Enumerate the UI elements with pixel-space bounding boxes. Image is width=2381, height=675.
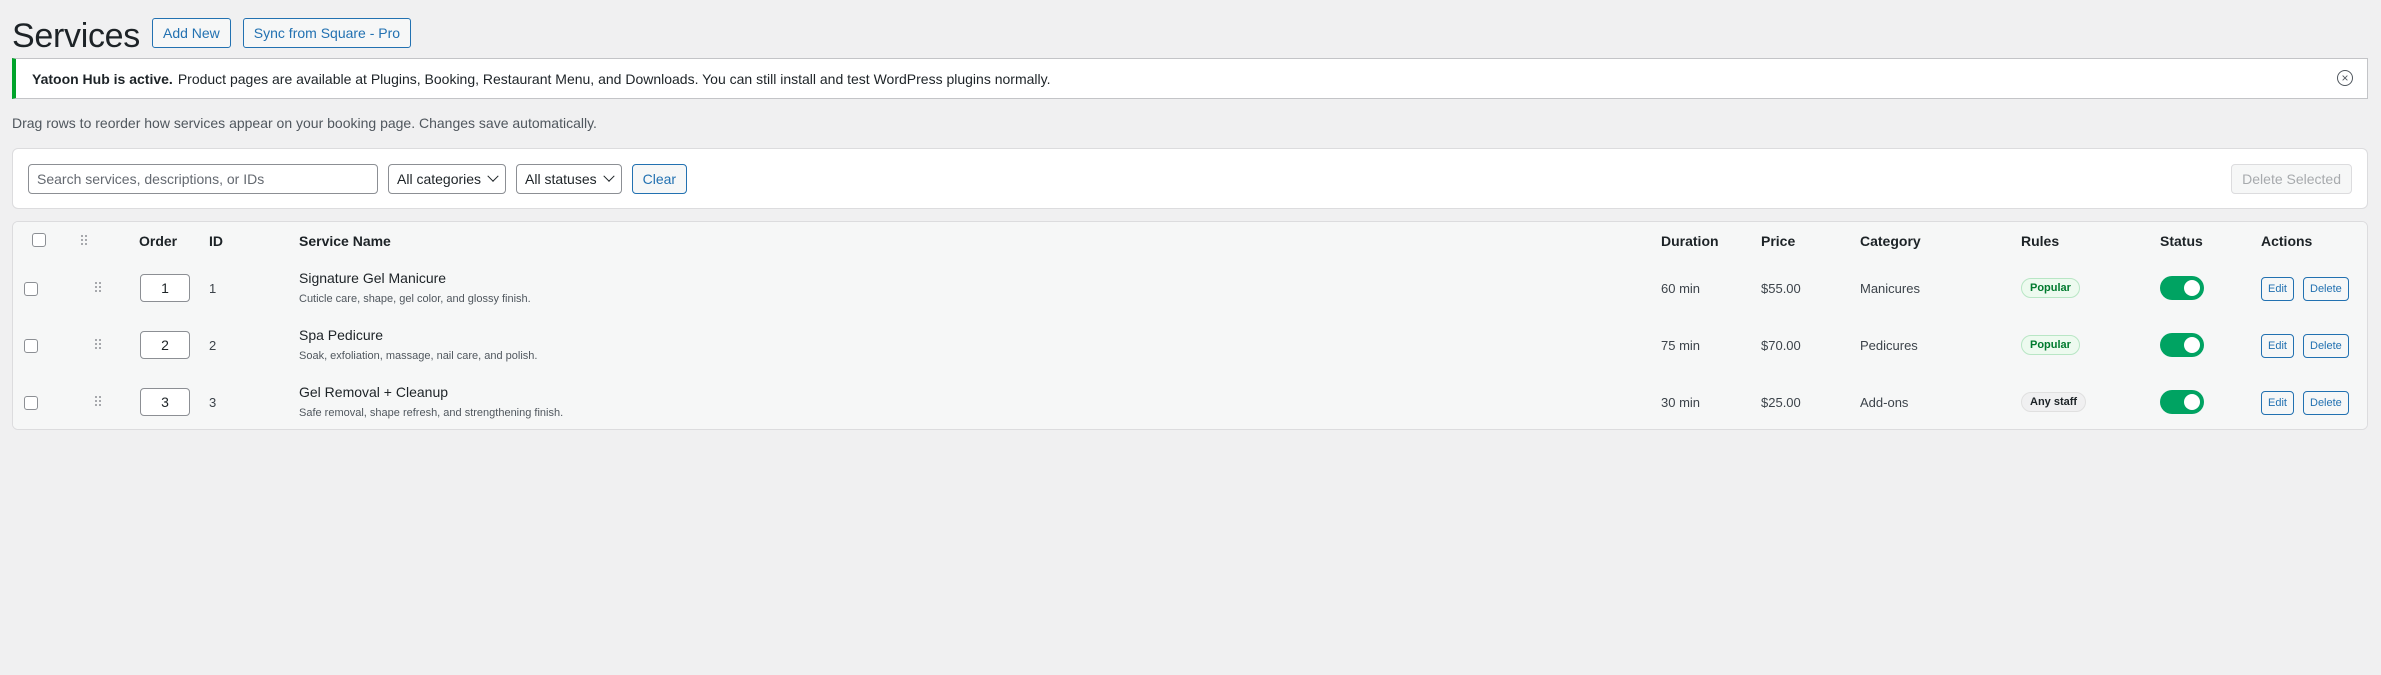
clear-button[interactable]: Clear <box>631 163 688 194</box>
notice-title: Yatoon Hub is active. <box>32 70 173 87</box>
edit-button[interactable]: Edit <box>2261 391 2294 415</box>
service-category: Pedicures <box>1860 338 1918 353</box>
delete-selected-button[interactable]: Delete Selected <box>2231 164 2352 194</box>
service-duration: 30 min <box>1661 395 1701 410</box>
close-circle-icon[interactable]: × <box>2337 70 2353 86</box>
col-status: Status <box>2160 233 2203 249</box>
service-description: Cuticle care, shape, gel color, and glos… <box>299 293 531 305</box>
order-input[interactable] <box>140 388 190 416</box>
col-actions: Actions <box>2261 233 2313 249</box>
sync-square-button[interactable]: Sync from Square - Pro <box>242 18 412 48</box>
col-rules: Rules <box>2021 233 2060 249</box>
service-price: $25.00 <box>1761 395 1801 410</box>
order-input[interactable] <box>140 274 190 302</box>
order-input[interactable] <box>140 331 190 359</box>
search-input[interactable] <box>28 163 378 194</box>
service-category: Add-ons <box>1860 395 1909 410</box>
table-row[interactable]: 1 Signature Gel Manicure Cuticle care, s… <box>13 260 2367 318</box>
service-id: 1 <box>209 281 217 296</box>
delete-button[interactable]: Delete <box>2303 334 2349 358</box>
reorder-hint: Drag rows to reorder how services appear… <box>12 115 597 131</box>
table-row[interactable]: 3 Gel Removal + Cleanup Safe removal, sh… <box>13 374 2367 429</box>
status-select-value: All statuses <box>525 170 597 187</box>
filter-bar: All categories All statuses Clear Delete… <box>12 148 2368 209</box>
service-description: Safe removal, shape refresh, and strengt… <box>299 407 564 419</box>
service-price: $70.00 <box>1761 338 1801 353</box>
table-header: Order ID Service Name Duration Price Cat… <box>13 222 2367 261</box>
row-checkbox[interactable] <box>24 339 38 353</box>
page-title: Services <box>12 17 140 55</box>
service-name: Gel Removal + Cleanup <box>299 384 449 400</box>
status-toggle[interactable] <box>2160 333 2204 357</box>
category-select-value: All categories <box>397 170 482 187</box>
status-toggle[interactable] <box>2160 390 2204 414</box>
service-id: 2 <box>209 338 217 353</box>
rule-badge: Popular <box>2021 335 2080 355</box>
edit-button[interactable]: Edit <box>2261 334 2294 358</box>
edit-button[interactable]: Edit <box>2261 277 2294 301</box>
service-name: Signature Gel Manicure <box>299 270 447 286</box>
services-table: Order ID Service Name Duration Price Cat… <box>12 221 2368 430</box>
col-order: Order <box>139 233 178 249</box>
notice-text: Product pages are available at Plugins, … <box>177 70 1051 87</box>
status-select[interactable]: All statuses <box>516 163 622 194</box>
col-price: Price <box>1761 233 1796 249</box>
service-name: Spa Pedicure <box>299 327 384 343</box>
service-description: Soak, exfoliation, massage, nail care, a… <box>299 350 538 362</box>
col-id: ID <box>209 233 223 249</box>
row-checkbox[interactable] <box>24 282 38 296</box>
select-all-checkbox[interactable] <box>32 233 46 247</box>
col-service-name: Service Name <box>299 233 391 249</box>
delete-button[interactable]: Delete <box>2303 277 2349 301</box>
delete-button[interactable]: Delete <box>2303 391 2349 415</box>
category-select[interactable]: All categories <box>388 163 507 194</box>
rule-badge: Any staff <box>2021 392 2087 412</box>
service-id: 3 <box>209 395 217 410</box>
service-duration: 60 min <box>1661 281 1701 296</box>
service-category: Manicures <box>1860 281 1920 296</box>
page-header: Services Add New Sync from Square - Pro <box>12 16 412 55</box>
drag-handle-icon <box>81 235 87 247</box>
col-duration: Duration <box>1661 233 1719 249</box>
service-price: $55.00 <box>1761 281 1801 296</box>
rule-badge: Popular <box>2021 278 2080 298</box>
drag-handle-icon[interactable] <box>95 339 101 351</box>
row-checkbox[interactable] <box>24 396 38 410</box>
add-new-button[interactable]: Add New <box>151 18 231 48</box>
table-row[interactable]: 2 Spa Pedicure Soak, exfoliation, massag… <box>13 317 2367 375</box>
drag-handle-icon[interactable] <box>95 396 101 408</box>
col-category: Category <box>1860 233 1921 249</box>
admin-notice: Yatoon Hub is active. Product pages are … <box>12 58 2368 99</box>
service-duration: 75 min <box>1661 338 1701 353</box>
chevron-down-icon <box>487 170 499 182</box>
drag-handle-icon[interactable] <box>95 282 101 294</box>
chevron-down-icon <box>602 170 615 182</box>
status-toggle[interactable] <box>2160 276 2204 300</box>
